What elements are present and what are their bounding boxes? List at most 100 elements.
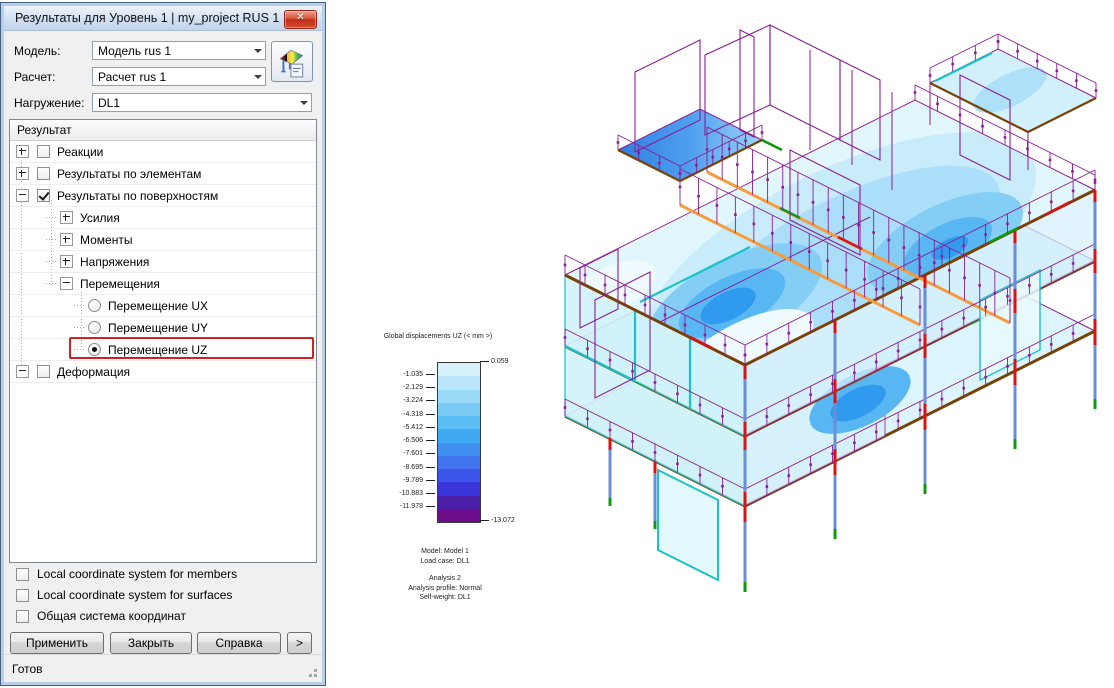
model-viewport[interactable] (540, 0, 1114, 660)
legend-tick: -7.601 (403, 450, 435, 457)
tick-icon (426, 506, 435, 508)
railing-post-dot (948, 269, 951, 272)
tree-item-displacement-ux[interactable]: Перемещение UX (10, 295, 316, 317)
legend-band (438, 389, 480, 403)
application-stage: Результаты для Уровень 1 | my_project RU… (0, 0, 1114, 688)
checkbox-icon[interactable] (16, 567, 29, 581)
help-button[interactable]: Справка (197, 632, 281, 654)
tree-item-displacement-uy[interactable]: Перемещение UY (10, 317, 316, 339)
railing-post-dot (787, 404, 791, 407)
expand-plus-icon[interactable] (16, 145, 29, 158)
railing-post-dot (608, 428, 612, 432)
tree-item-surface-results[interactable]: Результаты по поверхностям (10, 185, 316, 207)
expand-minus-icon[interactable] (16, 365, 29, 378)
legend-band (438, 402, 480, 416)
tree-item-forces[interactable]: Усилия (10, 207, 316, 229)
railing-post-dot (811, 201, 815, 204)
checkbox-icon[interactable] (16, 588, 29, 602)
railing-post-dot (978, 284, 981, 287)
checkbox-icon[interactable] (37, 365, 50, 378)
radio-icon[interactable] (88, 321, 101, 334)
results-settings-button[interactable] (271, 41, 313, 82)
railing-post-dot (765, 342, 769, 346)
tree-connector (74, 327, 86, 328)
railing-post-dot (984, 375, 987, 379)
legend-band (438, 363, 480, 377)
dialog-titlebar[interactable]: Результаты для Уровень 1 | my_project RU… (4, 6, 322, 31)
railing-post-dot (1071, 169, 1074, 173)
checkbox-checked-icon[interactable] (37, 189, 50, 202)
model-combobox[interactable]: Модель rus 1 (92, 41, 266, 60)
option-global-system[interactable]: Общая система координат (16, 609, 186, 623)
apply-button[interactable]: Применить (10, 632, 104, 654)
radio-icon[interactable] (88, 299, 101, 312)
railing-post-dot (765, 415, 769, 418)
radio-selected-icon[interactable] (88, 343, 101, 356)
close-button[interactable]: Закрыть (110, 632, 192, 654)
tree-connector (46, 217, 58, 218)
expand-plus-icon[interactable] (60, 255, 73, 268)
calc-label: Расчет: (14, 70, 56, 84)
tree-connector (74, 349, 86, 350)
checkbox-icon[interactable] (37, 167, 50, 180)
tree-header: Результат (10, 120, 316, 141)
model-combobox-value: Модель rus 1 (98, 43, 172, 58)
railing-post-dot (752, 222, 756, 226)
railing-post-dot (918, 305, 922, 309)
resize-grip-icon[interactable] (314, 674, 317, 677)
legend-max-value: 0.059 (491, 358, 509, 365)
tree-item-element-results[interactable]: Результаты по элементам (10, 163, 316, 185)
tree-item-deformation[interactable]: Деформация (10, 361, 316, 383)
legend-max: 0.059 (480, 358, 509, 365)
tree-item-displacements[interactable]: Перемещения (10, 273, 316, 295)
railing-post-dot (826, 259, 829, 263)
tick-icon (480, 520, 489, 521)
railing-post-dot (962, 386, 966, 390)
railing-post-dot (743, 353, 747, 357)
legend-tick: -4.318 (403, 411, 435, 418)
tree-item-reactions[interactable]: Реакции (10, 141, 316, 163)
railing-post-dot (586, 347, 589, 351)
option-local-members[interactable]: Local coordinate system for members (16, 567, 237, 581)
expand-minus-icon[interactable] (60, 277, 73, 290)
tick-icon (426, 466, 435, 468)
more-button[interactable]: > (287, 632, 312, 654)
railing-post-dot (896, 419, 900, 423)
legend-band (438, 455, 480, 469)
option-label: Local coordinate system for surfaces (37, 588, 233, 602)
tree-item-moments[interactable]: Моменты (10, 229, 316, 251)
railing-post-dot (678, 185, 682, 189)
railing-post-dot (705, 148, 709, 151)
railing-post-dot (874, 430, 878, 434)
status-bar: Готов (4, 654, 322, 682)
railing-post-dot (1094, 89, 1098, 92)
railing-post-dot (703, 333, 707, 337)
expand-plus-icon[interactable] (60, 211, 73, 224)
option-local-surfaces[interactable]: Local coordinate system for surfaces (16, 588, 232, 602)
checkbox-icon[interactable] (37, 145, 50, 158)
calculation-combobox-value: Расчет rus 1 (98, 69, 167, 84)
loadcase-combobox-value: DL1 (98, 95, 121, 110)
checkbox-icon[interactable] (16, 609, 29, 623)
railing-post-dot (962, 316, 966, 320)
loadcase-combobox[interactable]: DL1 (92, 93, 312, 112)
model-label: Модель: (14, 44, 61, 58)
railing-post-dot (1006, 222, 1009, 226)
tree-item-label: Напряжения (80, 254, 150, 269)
tree-item-stresses[interactable]: Напряжения (10, 251, 316, 273)
expand-minus-icon[interactable] (16, 189, 29, 202)
legend-tick-value: -9.789 (403, 476, 423, 484)
expand-plus-icon[interactable] (16, 167, 29, 180)
tree-item-displacement-uz[interactable]: Перемещение UZ (10, 339, 316, 361)
railing-post-dot (874, 360, 878, 364)
railing-post-dot (932, 261, 936, 265)
help-button-label: Справка (215, 636, 263, 650)
railing-post-dot (887, 238, 891, 242)
tick-icon (426, 387, 435, 388)
expand-plus-icon[interactable] (60, 233, 73, 246)
info-analysis: Analysis 2 (429, 575, 461, 582)
railing-post-dot (760, 131, 764, 134)
calculation-combobox[interactable]: Расчет rus 1 (92, 67, 266, 86)
railing-post-dot (940, 255, 944, 258)
close-icon[interactable] (284, 10, 317, 29)
